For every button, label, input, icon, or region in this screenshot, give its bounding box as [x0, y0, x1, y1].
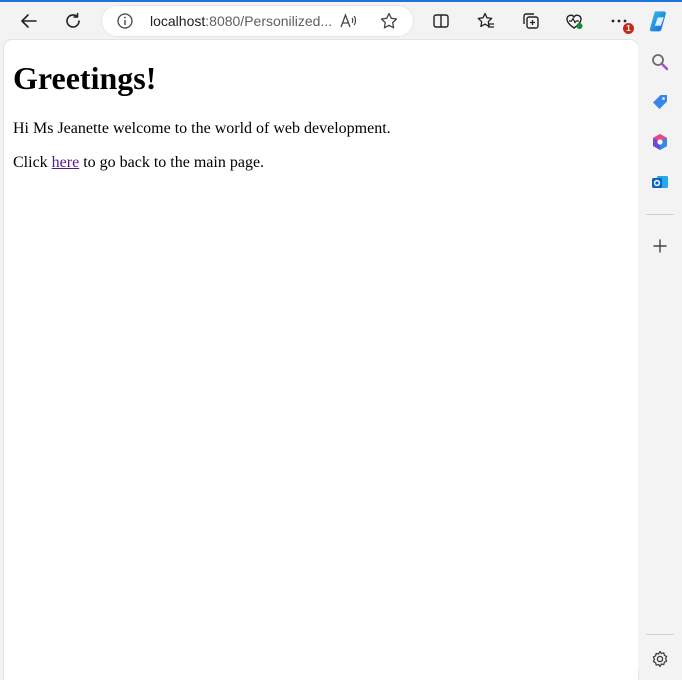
back-button[interactable] [13, 5, 45, 37]
address-bar[interactable]: localhost:8080/Personilized... [101, 5, 414, 37]
sidebar-divider [646, 214, 674, 215]
refresh-icon [66, 12, 80, 28]
page-heading: Greetings! [13, 60, 157, 96]
favorites-button[interactable] [470, 5, 502, 37]
back-arrow-icon [21, 14, 37, 28]
settings-icon [652, 650, 668, 668]
sidebar-outlook-button[interactable] [644, 166, 676, 198]
favorites-icon [477, 12, 494, 28]
more-options-button[interactable]: 1 [603, 5, 635, 37]
web-page-content: Greetings! Hi Ms Jeanette welcome to the… [4, 40, 638, 680]
collections-icon [523, 13, 539, 29]
browser-essentials-icon [566, 14, 583, 29]
refresh-button[interactable] [57, 5, 89, 37]
favorite-star-icon[interactable] [379, 11, 399, 31]
sidebar-shopping-button[interactable] [644, 86, 676, 118]
sidebar-settings-button[interactable] [644, 643, 676, 675]
split-screen-button[interactable] [425, 5, 457, 37]
outlook-icon [652, 176, 668, 188]
sidebar-divider-bottom [646, 634, 674, 635]
search-icon [652, 54, 669, 71]
browser-toolbar: localhost:8080/Personilized... 1 [0, 2, 682, 40]
main-page-link[interactable]: here [52, 154, 80, 171]
notification-badge: 1 [623, 23, 634, 34]
sidebar-add-button[interactable] [644, 230, 676, 262]
shopping-tag-icon [653, 95, 667, 109]
copilot-button[interactable] [643, 5, 675, 37]
edge-sidebar [638, 40, 682, 670]
info-icon[interactable] [115, 11, 135, 31]
microsoft-365-icon [653, 134, 667, 150]
return-prefix: Click [13, 154, 52, 171]
split-screen-icon [433, 14, 449, 28]
address-url[interactable]: localhost:8080/Personilized... [150, 13, 332, 29]
greeting-text: Hi Ms Jeanette welcome to the world of w… [13, 120, 391, 137]
sidebar-m365-button[interactable] [644, 126, 676, 158]
add-icon [653, 239, 667, 253]
sidebar-search-button[interactable] [644, 46, 676, 78]
read-aloud-icon[interactable] [338, 11, 358, 31]
return-instruction: Click here to go back to the main page. [13, 154, 264, 172]
collections-button[interactable] [515, 5, 547, 37]
browser-essentials-button[interactable] [558, 5, 590, 37]
copilot-icon [649, 11, 666, 32]
return-suffix: to go back to the main page. [79, 154, 265, 171]
